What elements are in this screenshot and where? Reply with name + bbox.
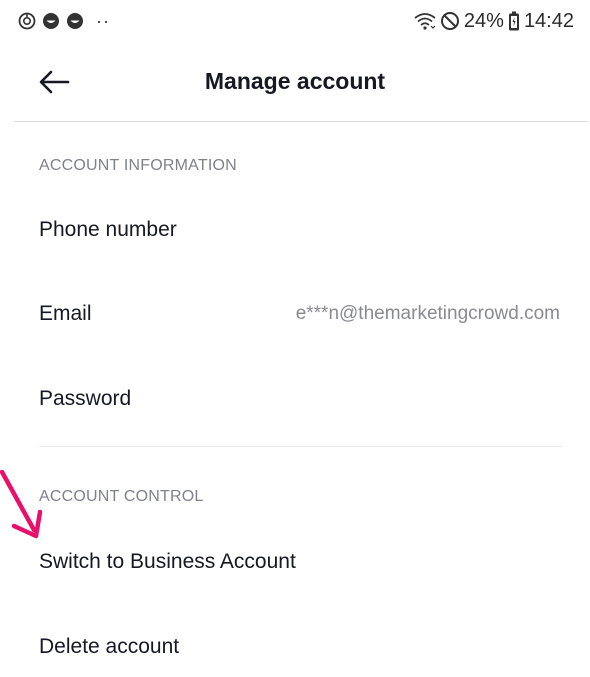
battery-percentage: 24%: [463, 9, 504, 32]
switch-to-business-account-label: Switch to Business Account: [39, 550, 296, 573]
email-row[interactable]: Email e***n@themarketingcrowd.com: [0, 284, 590, 344]
system-status: 24% 14:42: [414, 9, 574, 33]
phone-number-label: Phone number: [39, 218, 177, 241]
annotation-arrow-icon: [0, 470, 43, 539]
header-divider: [14, 121, 588, 122]
switch-to-business-account-row[interactable]: Switch to Business Account: [0, 532, 590, 592]
password-row[interactable]: Password: [0, 369, 590, 429]
app-notification-icon: [43, 13, 59, 29]
notification-icons: ··: [18, 9, 110, 33]
delete-account-label: Delete account: [39, 635, 180, 658]
section-header-account-control: ACCOUNT CONTROL: [39, 488, 204, 505]
do-not-disturb-icon: [440, 12, 459, 30]
app-notification-icon: [67, 13, 83, 29]
email-label: Email: [39, 302, 92, 325]
sync-icon: [18, 12, 36, 30]
phone-number-row[interactable]: Phone number: [0, 200, 590, 260]
wifi-icon: [414, 13, 436, 30]
section-header-account-information: ACCOUNT INFORMATION: [39, 157, 237, 174]
page-title: Manage account: [204, 68, 386, 94]
email-value: e***n@themarketingcrowd.com: [295, 303, 560, 324]
app-header: Manage account: [0, 46, 590, 120]
clock: 14:42: [523, 9, 574, 32]
battery-icon: [508, 11, 519, 31]
more-notifications-icon: ··: [96, 11, 110, 31]
delete-account-row[interactable]: Delete account: [0, 617, 590, 677]
status-bar: ·· 24% 14:42: [0, 0, 590, 46]
password-label: Password: [39, 387, 132, 410]
section-divider: [39, 446, 562, 447]
